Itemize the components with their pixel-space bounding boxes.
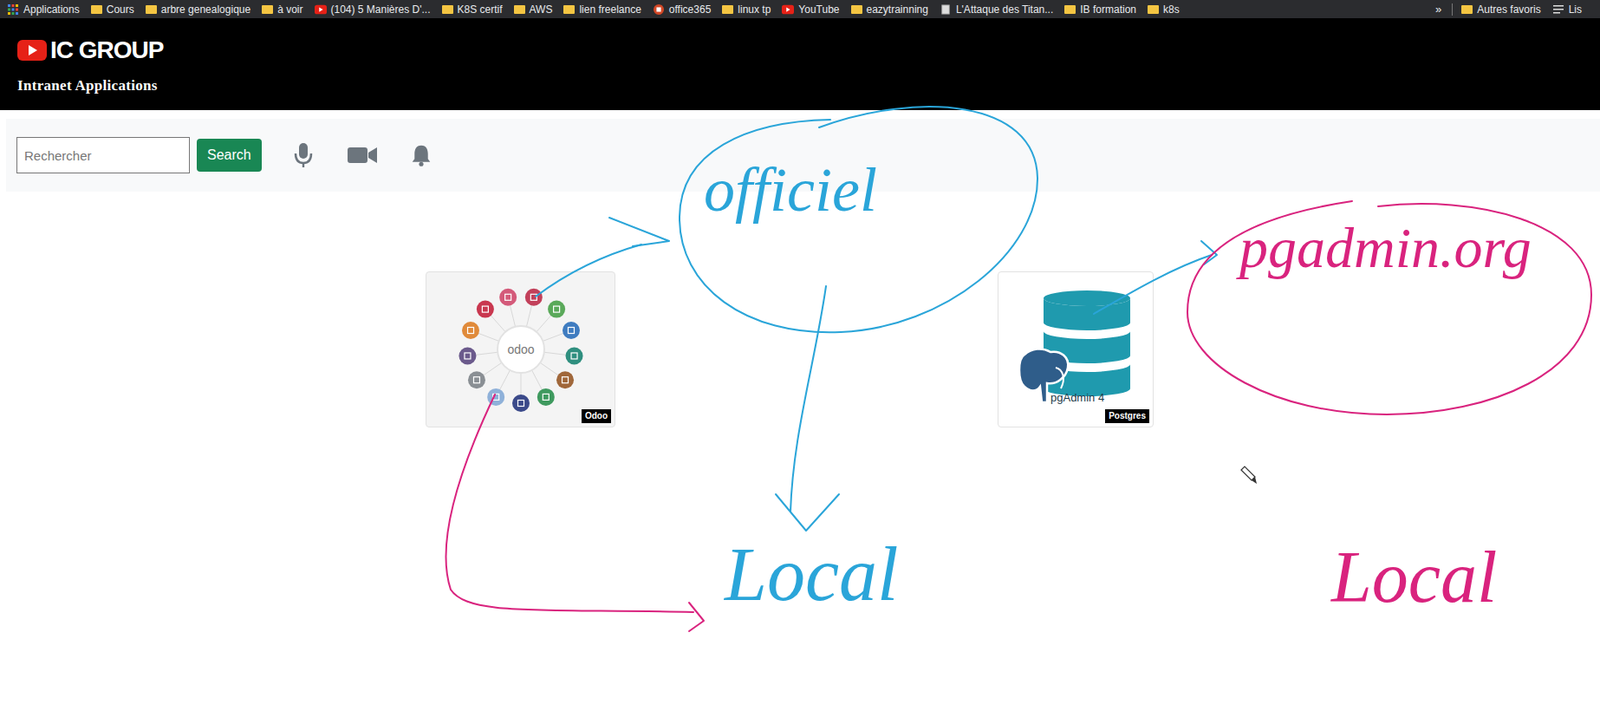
more-bookmarks-button[interactable]: »: [1435, 2, 1442, 16]
folder-icon: [1461, 5, 1473, 14]
bookmark[interactable]: lien freelance: [563, 3, 641, 16]
search-button[interactable]: Search: [196, 138, 262, 172]
apps-area: odoo Odoo pgAdmin 4Postgres: [0, 191, 1600, 724]
separator: [1451, 3, 1453, 16]
intranet-page: Applications Cours arbre genealogique à voi…: [0, 0, 1600, 724]
bookmark[interactable]: k8s: [1147, 3, 1180, 16]
app-badge: Postgres: [1105, 409, 1150, 423]
bookmark[interactable]: L'Attaque des Titan...: [939, 3, 1054, 16]
app-badge: Odoo: [581, 409, 612, 423]
brand-name: IC GROUP: [50, 35, 163, 66]
bookmark-label: lien freelance: [578, 3, 641, 16]
bell-icon[interactable]: [410, 141, 432, 170]
bookmark-label: à voir: [277, 3, 303, 16]
site-header: IC GROUP Intranet Applications: [0, 18, 1600, 111]
youtube-icon: [781, 4, 794, 15]
odoo-logo-text: odoo: [507, 342, 534, 357]
bookmark[interactable]: linux tp: [721, 3, 771, 16]
bookmarks-bar: Applications Cours arbre genealogique à voi…: [0, 0, 1600, 19]
blue-ellipse: [679, 106, 1038, 332]
blue-arrow: [790, 286, 827, 512]
folder-icon: [1064, 5, 1076, 14]
bookmark[interactable]: Autres favoris: [1461, 3, 1541, 16]
pink-arrowhead: [689, 602, 704, 631]
app-card[interactable]: pgAdmin 4Postgres: [997, 271, 1154, 428]
microphone-icon[interactable]: [292, 141, 314, 170]
folder-icon: [261, 5, 274, 14]
bookmark-label: Cours: [106, 3, 135, 16]
bookmark-label: K8S certif: [457, 3, 503, 16]
bookmark[interactable]: Applications: [6, 3, 80, 16]
pencil-cursor-icon: [1241, 466, 1257, 484]
play-logo-icon: [17, 39, 47, 61]
powerpoint-icon: [652, 4, 665, 15]
pgadmin-logo-text: pgAdmin 4: [1050, 390, 1105, 404]
bookmark-label: Applications: [23, 3, 80, 16]
blue-arrow: [535, 244, 642, 297]
apps-grid-icon: [6, 4, 20, 15]
bookmark-label: Lis: [1568, 3, 1582, 16]
annotation-notes: officiel pgadmin.org Local Local: [0, 0, 1600, 724]
youtube-icon: [314, 4, 327, 15]
handwritten-note: officiel: [703, 156, 878, 225]
toolbar: [292, 141, 432, 170]
bookmark[interactable]: (104) 5 Manières D'...: [314, 3, 431, 16]
bookmark[interactable]: IB formation: [1064, 3, 1137, 16]
folder-icon: [513, 5, 526, 14]
bookmarks-right: » Autres favoris Lis: [1435, 2, 1594, 16]
search-bar: Search: [6, 118, 1600, 192]
folder-icon: [851, 5, 863, 14]
folder-icon: [563, 5, 575, 14]
blue-arrowhead: [775, 494, 840, 531]
bookmark[interactable]: AWS: [513, 3, 553, 16]
bookmark-label: IB formation: [1079, 3, 1137, 16]
search-input[interactable]: [16, 136, 190, 174]
blue-arrow: [1093, 254, 1212, 314]
handwritten-note: Local: [724, 533, 898, 618]
app-card[interactable]: odoo Odoo: [425, 271, 616, 428]
page-icon: [939, 4, 952, 15]
bookmark[interactable]: arbre genealogique: [145, 3, 251, 16]
site-subtitle: Intranet Applications: [17, 77, 1583, 95]
folder-icon: [91, 5, 103, 14]
bookmark[interactable]: Lis: [1552, 3, 1582, 16]
bookmark-label: AWS: [529, 3, 553, 16]
bookmark-label: office365: [669, 3, 712, 16]
bookmark[interactable]: office365: [652, 3, 712, 16]
bookmark[interactable]: à voir: [261, 3, 303, 16]
folder-icon: [721, 5, 734, 14]
database-icon: [998, 272, 1154, 428]
pink-arrow: [446, 394, 694, 612]
annotation-drawing: [0, 0, 1600, 724]
bookmark-label: (104) 5 Manières D'...: [331, 3, 431, 16]
bookmark-label: eazytrainning: [866, 3, 929, 16]
folder-icon: [145, 5, 157, 14]
pink-ellipse: [1187, 201, 1592, 415]
blue-arrowhead: [609, 217, 670, 247]
brand-logo[interactable]: IC GROUP: [17, 35, 1583, 66]
bookmark-label: Autres favoris: [1476, 3, 1541, 16]
blue-arrowhead: [1201, 240, 1217, 265]
bookmark[interactable]: YouTube: [781, 3, 840, 16]
handwritten-note: pgadmin.org: [1239, 216, 1532, 280]
bookmark-label: linux tp: [737, 3, 771, 16]
odoo-apps-icon: odoo: [434, 275, 608, 423]
handwritten-note: Local: [1331, 537, 1497, 618]
bookmark[interactable]: K8S certif: [442, 3, 503, 16]
bookmark-label: L'Attaque des Titan...: [956, 3, 1054, 16]
bookmark-label: arbre genealogique: [161, 3, 251, 16]
folder-icon: [442, 5, 454, 14]
bookmark[interactable]: eazytrainning: [851, 3, 929, 16]
folder-icon: [1147, 5, 1159, 14]
video-camera-icon[interactable]: [346, 143, 378, 167]
bookmark[interactable]: Cours: [91, 3, 135, 16]
reading-list-icon: [1552, 4, 1565, 15]
bookmark-label: k8s: [1163, 3, 1180, 16]
bookmark-label: YouTube: [798, 3, 840, 16]
